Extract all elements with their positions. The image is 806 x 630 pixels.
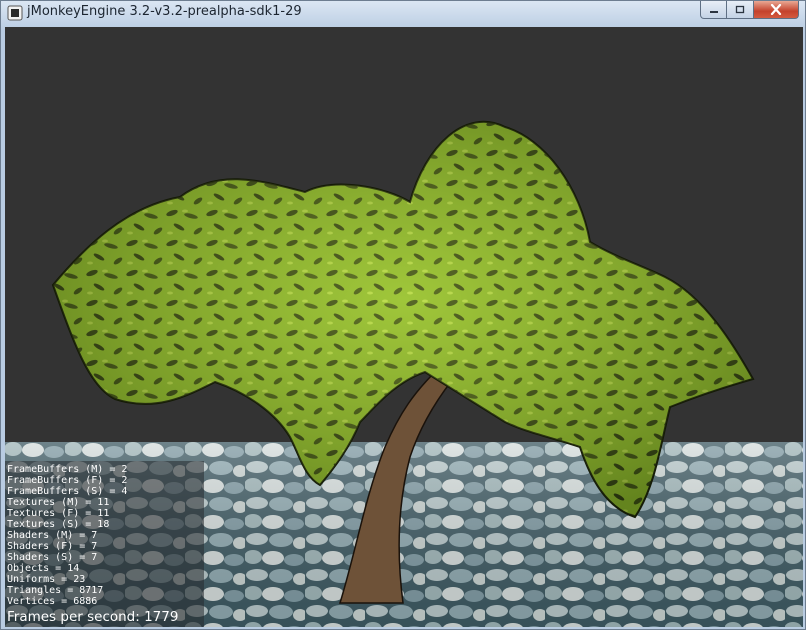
maximize-button[interactable]	[727, 1, 754, 19]
fps-counter: Frames per second: 1779	[7, 609, 179, 625]
close-icon	[770, 4, 782, 15]
title-bar[interactable]: jMonkeyEngine 3.2-v3.2-prealpha-sdk1-29	[1, 1, 805, 25]
stat-textures-f: Textures (F) = 11	[7, 508, 110, 519]
app-icon	[7, 5, 23, 21]
close-button[interactable]	[754, 1, 799, 19]
minimize-button[interactable]	[700, 1, 727, 19]
window-title: jMonkeyEngine 3.2-v3.2-prealpha-sdk1-29	[27, 4, 302, 19]
render-viewport[interactable]: FrameBuffers (M) = 2 FrameBuffers (F) = …	[5, 27, 803, 627]
maximize-icon	[735, 5, 745, 14]
stats-panel: FrameBuffers (M) = 2 FrameBuffers (F) = …	[5, 461, 204, 627]
stat-framebuffers-m: FrameBuffers (M) = 2	[7, 464, 128, 475]
stat-framebuffers-f: FrameBuffers (F) = 2	[7, 475, 128, 486]
stat-objects: Objects = 14	[7, 563, 80, 574]
stat-shaders-f: Shaders (F) = 7	[7, 541, 98, 552]
stat-framebuffers-s: FrameBuffers (S) = 4	[7, 486, 128, 497]
app-window: jMonkeyEngine 3.2-v3.2-prealpha-sdk1-29	[0, 0, 806, 630]
stat-textures-s: Textures (S) = 18	[7, 519, 110, 530]
stat-vertices: Vertices = 6886	[7, 596, 98, 607]
stat-shaders-s: Shaders (S) = 7	[7, 552, 98, 563]
stat-shaders-m: Shaders (M) = 7	[7, 530, 98, 541]
minimize-icon	[709, 10, 718, 13]
stat-textures-m: Textures (M) = 11	[7, 497, 110, 508]
stat-uniforms: Uniforms = 23	[7, 574, 86, 585]
stat-triangles: Triangles = 8717	[7, 585, 104, 596]
window-controls	[700, 1, 799, 20]
